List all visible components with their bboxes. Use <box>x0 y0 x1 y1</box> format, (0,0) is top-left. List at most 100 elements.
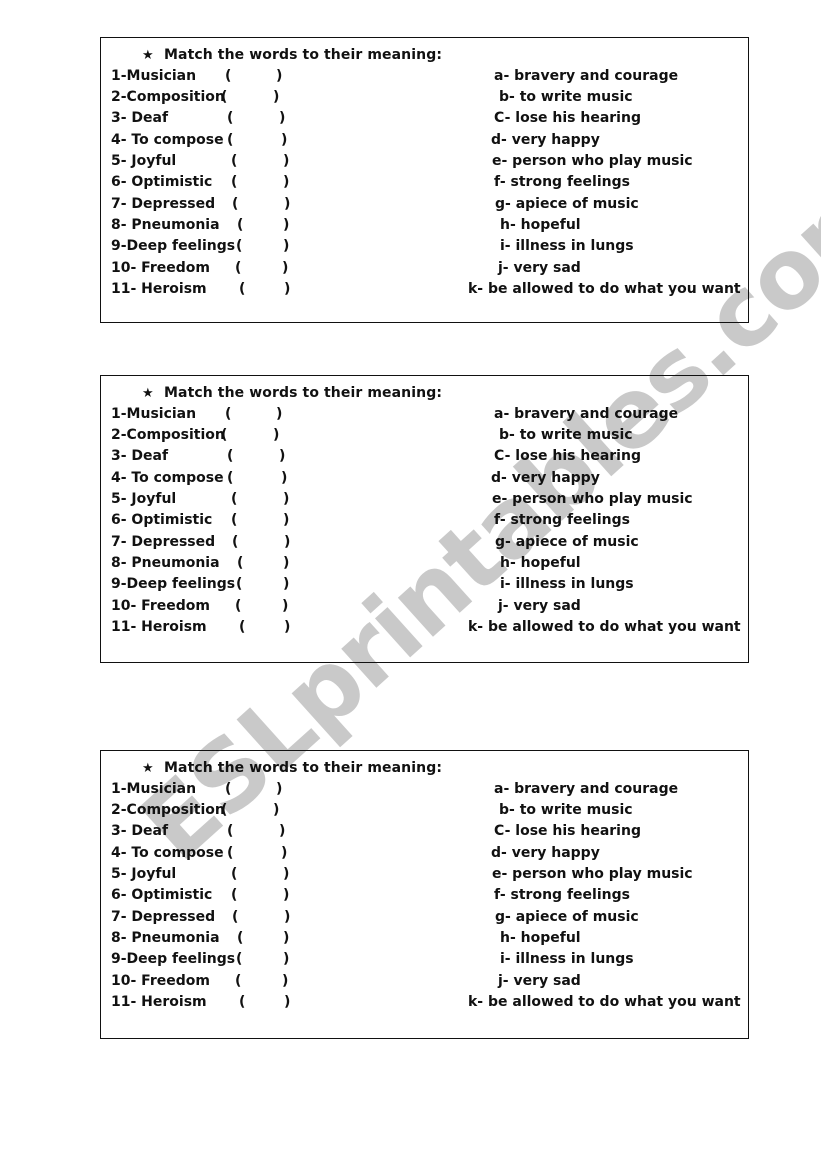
definition-option: k- be allowed to do what you want <box>468 281 741 297</box>
match-row: 11- Heroism () k- be allowed to do what yo… <box>101 619 748 639</box>
exercise-title: ★ Match the words to their meaning: <box>142 47 442 63</box>
match-row: 9-Deep feelings() i- illness in lungs <box>101 576 748 596</box>
answer-blank-close-paren: ) <box>276 68 283 84</box>
answer-blank-open-paren: ( <box>221 802 228 818</box>
vocabulary-word: 10- Freedom <box>111 260 210 276</box>
definition-option: e- person who play music <box>492 491 693 507</box>
answer-blank-open-paren: ( <box>225 781 232 797</box>
vocabulary-word: 5- Joyful <box>111 866 177 882</box>
answer-blank-close-paren: ) <box>283 512 290 528</box>
vocabulary-word: 5- Joyful <box>111 153 177 169</box>
answer-blank-open-paren: ( <box>236 951 243 967</box>
answer-blank-close-paren: ) <box>282 973 289 989</box>
exercise-title: ★ Match the words to their meaning: <box>142 760 442 776</box>
matching-exercise-box-2: ★ Match the words to their meaning: 1-Mus… <box>100 375 749 663</box>
definition-option: j- very sad <box>498 260 581 276</box>
definition-option: h- hopeful <box>500 555 581 571</box>
answer-blank-open-paren: ( <box>227 823 234 839</box>
answer-blank-open-paren: ( <box>231 153 238 169</box>
answer-blank-open-paren: ( <box>237 217 244 233</box>
vocabulary-word: 1-Musician <box>111 68 197 84</box>
vocabulary-word: 4- To compose <box>111 470 224 486</box>
definition-option: g- apiece of music <box>495 534 639 550</box>
answer-blank-open-paren: ( <box>227 845 234 861</box>
definition-option: a- bravery and courage <box>494 406 679 422</box>
definition-option: C- lose his hearing <box>494 448 641 464</box>
answer-blank-close-paren: ) <box>279 110 286 126</box>
answer-blank-open-paren: ( <box>232 909 239 925</box>
definition-option: b- to write music <box>499 427 633 443</box>
vocabulary-word: 2-Composition <box>111 89 225 105</box>
answer-blank-open-paren: ( <box>231 866 238 882</box>
vocabulary-word: 7- Depressed <box>111 909 216 925</box>
match-row: 9-Deep feelings() i- illness in lungs <box>101 951 748 971</box>
vocabulary-word: 2-Composition <box>111 427 225 443</box>
answer-blank-close-paren: ) <box>283 153 290 169</box>
match-row: 7- Depressed () g- apiece of music <box>101 909 748 929</box>
vocabulary-word: 4- To compose <box>111 132 224 148</box>
vocabulary-word: 1-Musician <box>111 781 197 797</box>
answer-blank-open-paren: ( <box>237 555 244 571</box>
answer-blank-open-paren: ( <box>225 406 232 422</box>
definition-option: j- very sad <box>498 973 581 989</box>
definition-option: i- illness in lungs <box>500 576 634 592</box>
match-row: 4- To compose() d- very happy <box>101 845 748 865</box>
definition-option: a- bravery and courage <box>494 68 679 84</box>
definition-option: h- hopeful <box>500 930 581 946</box>
vocabulary-word: 5- Joyful <box>111 491 177 507</box>
vocabulary-word: 6- Optimistic <box>111 174 213 190</box>
answer-blank-close-paren: ) <box>283 491 290 507</box>
star-icon: ★ <box>142 386 154 401</box>
answer-blank-open-paren: ( <box>236 576 243 592</box>
answer-blank-open-paren: ( <box>232 534 239 550</box>
match-row: 11- Heroism () k- be allowed to do what yo… <box>101 281 748 301</box>
definition-option: h- hopeful <box>500 217 581 233</box>
match-row: 3- Deaf () C- lose his hearing <box>101 823 748 843</box>
matching-exercise-box-1: ★ Match the words to their meaning: 1-Mus… <box>100 37 749 323</box>
answer-blank-open-paren: ( <box>227 470 234 486</box>
answer-blank-close-paren: ) <box>273 802 280 818</box>
definition-option: k- be allowed to do what you want <box>468 619 741 635</box>
exercise-title-text: Match the words to their meaning: <box>164 760 443 776</box>
answer-blank-open-paren: ( <box>227 132 234 148</box>
definition-option: b- to write music <box>499 89 633 105</box>
definition-option: d- very happy <box>491 470 600 486</box>
exercise-title-text: Match the words to their meaning: <box>164 385 443 401</box>
match-row: 4- To compose() d- very happy <box>101 470 748 490</box>
match-row: 8- Pneumonia () h- hopeful <box>101 930 748 950</box>
definition-option: b- to write music <box>499 802 633 818</box>
match-row: 1-Musician () a- bravery and courage <box>101 406 748 426</box>
answer-blank-close-paren: ) <box>283 217 290 233</box>
definition-option: C- lose his hearing <box>494 823 641 839</box>
answer-blank-open-paren: ( <box>221 89 228 105</box>
answer-blank-close-paren: ) <box>284 619 291 635</box>
answer-blank-close-paren: ) <box>276 781 283 797</box>
answer-blank-close-paren: ) <box>276 406 283 422</box>
definition-option: e- person who play music <box>492 866 693 882</box>
definition-option: f- strong feelings <box>494 887 630 903</box>
definition-option: i- illness in lungs <box>500 951 634 967</box>
match-row: 4- To compose() d- very happy <box>101 132 748 152</box>
answer-blank-open-paren: ( <box>227 110 234 126</box>
answer-blank-open-paren: ( <box>227 448 234 464</box>
answer-blank-open-paren: ( <box>236 238 243 254</box>
vocabulary-word: 8- Pneumonia <box>111 930 220 946</box>
definition-option: g- apiece of music <box>495 909 639 925</box>
definition-option: f- strong feelings <box>494 512 630 528</box>
definition-option: d- very happy <box>491 845 600 861</box>
vocabulary-word: 3- Deaf <box>111 448 169 464</box>
answer-blank-open-paren: ( <box>231 491 238 507</box>
match-row: 9-Deep feelings() i- illness in lungs <box>101 238 748 258</box>
answer-blank-close-paren: ) <box>283 866 290 882</box>
match-row: 8- Pneumonia () h- hopeful <box>101 555 748 575</box>
answer-blank-close-paren: ) <box>282 598 289 614</box>
vocabulary-word: 8- Pneumonia <box>111 555 220 571</box>
vocabulary-word: 9-Deep feelings <box>111 238 236 254</box>
vocabulary-word: 7- Depressed <box>111 196 216 212</box>
match-row: 6- Optimistic () f- strong feelings <box>101 887 748 907</box>
match-row: 5- Joyful () e- person who play music <box>101 153 748 173</box>
answer-blank-open-paren: ( <box>235 260 242 276</box>
answer-blank-close-paren: ) <box>281 132 288 148</box>
definition-option: f- strong feelings <box>494 174 630 190</box>
match-row: 5- Joyful () e- person who play music <box>101 491 748 511</box>
